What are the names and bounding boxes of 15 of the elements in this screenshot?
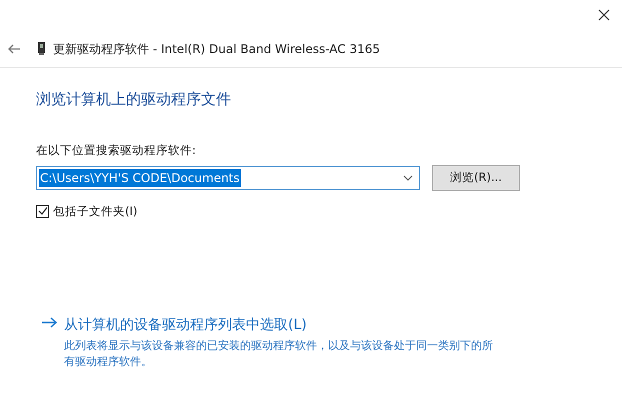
right-arrow-icon <box>42 317 58 328</box>
choose-from-list-link[interactable]: 从计算机的设备驱动程序列表中选取(L) <box>64 317 307 333</box>
page-heading: 浏览计算机上的驱动程序文件 <box>36 89 232 110</box>
dropdown-caret-icon <box>403 174 413 181</box>
link-description: 此列表将显示与该设备兼容的已安装的驱动程序软件，以及与该设备处于同一类别下的所有驱动程序软件。 <box>64 338 494 370</box>
search-location-label: 在以下位置搜索驱动程序软件: <box>36 142 197 158</box>
path-value: C:\Users\YYH'S CODE\Documents <box>39 168 241 187</box>
close-icon <box>598 9 610 21</box>
back-arrow-icon <box>8 44 20 54</box>
browse-button[interactable]: 浏览(R)... <box>432 164 520 191</box>
window-title: 更新驱动程序软件 - Intel(R) Dual Band Wireless-AC 3165 <box>53 40 380 58</box>
checkbox[interactable] <box>36 204 49 218</box>
path-combo-box[interactable]: C:\Users\YYH'S CODE\Documents <box>36 166 420 190</box>
device-icon <box>38 42 45 55</box>
checkbox-label: 包括子文件夹(I) <box>53 202 138 220</box>
